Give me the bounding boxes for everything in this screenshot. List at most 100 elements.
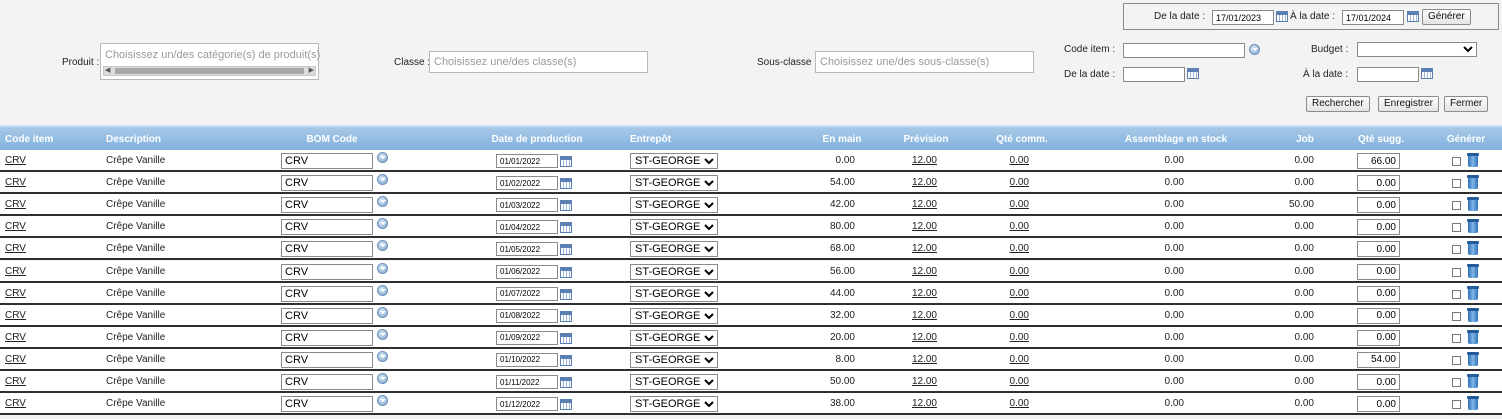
filter-to-date-input[interactable] (1357, 67, 1419, 82)
ordered-qty-link[interactable]: 0.00 (1010, 199, 1029, 210)
forecast-link[interactable]: 12.00 (912, 376, 937, 387)
production-date-input[interactable] (496, 220, 558, 235)
trash-icon[interactable] (1467, 263, 1479, 278)
production-date-input[interactable] (496, 352, 558, 367)
forecast-link[interactable]: 12.00 (912, 310, 937, 321)
ordered-qty-link[interactable]: 0.00 (1010, 177, 1029, 188)
production-date-input[interactable] (496, 330, 558, 345)
bom-lookup-icon[interactable] (377, 284, 388, 296)
trash-icon[interactable] (1467, 351, 1479, 366)
generate-checkbox[interactable] (1452, 378, 1461, 387)
generate-checkbox[interactable] (1452, 201, 1461, 211)
ordered-qty-link[interactable]: 0.00 (1010, 398, 1029, 409)
generation-to-date-input[interactable] (1342, 10, 1404, 25)
bom-code-input[interactable] (281, 374, 373, 390)
calendar-icon[interactable] (560, 377, 572, 388)
generation-from-date-input[interactable] (1212, 10, 1274, 25)
trash-icon[interactable] (1467, 374, 1479, 388)
generate-checkbox[interactable] (1452, 179, 1461, 189)
calendar-icon[interactable] (560, 156, 572, 167)
calendar-icon[interactable] (560, 222, 572, 234)
col-code-item[interactable]: Code item (5, 134, 53, 145)
ordered-qty-link[interactable]: 0.00 (1010, 243, 1029, 254)
close-button[interactable]: Fermer (1444, 96, 1489, 112)
forecast-link[interactable]: 12.00 (912, 243, 937, 254)
bom-lookup-icon[interactable] (377, 174, 388, 186)
suggested-qty-input[interactable] (1357, 175, 1400, 192)
generate-button[interactable]: Générer (1422, 9, 1471, 25)
calendar-icon[interactable] (560, 244, 572, 256)
forecast-link[interactable]: 12.00 (912, 155, 937, 166)
ordered-qty-link[interactable]: 0.00 (1010, 266, 1029, 277)
trash-icon[interactable] (1467, 197, 1479, 212)
generate-checkbox[interactable] (1452, 289, 1461, 299)
forecast-link[interactable]: 12.00 (912, 266, 937, 277)
bom-code-input[interactable] (281, 396, 373, 413)
warehouse-select[interactable]: ST-GEORGES (630, 329, 718, 346)
forecast-link[interactable]: 12.00 (912, 221, 937, 232)
scroll-thumb[interactable] (115, 68, 304, 74)
ordered-qty-link[interactable]: 0.00 (1010, 354, 1029, 365)
suggested-qty-input[interactable] (1357, 307, 1400, 324)
warehouse-select[interactable]: ST-GEORGES (630, 396, 718, 413)
bom-code-input[interactable] (281, 197, 373, 214)
col-production-date[interactable]: Date de production (491, 134, 582, 145)
col-suggested-qty[interactable]: Qté sugg. (1358, 134, 1404, 145)
suggested-qty-input[interactable] (1357, 263, 1400, 280)
trash-icon[interactable] (1467, 153, 1479, 167)
production-date-input[interactable] (496, 176, 558, 191)
suggested-qty-input[interactable] (1357, 374, 1400, 390)
classe-multiselect[interactable]: Choisissez une/des classe(s) (429, 51, 648, 73)
bom-lookup-icon[interactable] (377, 152, 388, 163)
calendar-icon[interactable] (1187, 68, 1199, 79)
calendar-icon[interactable] (560, 178, 572, 190)
col-job[interactable]: Job (1296, 134, 1314, 145)
col-bom-code[interactable]: BOM Code (306, 134, 357, 145)
bom-code-input[interactable] (281, 241, 373, 258)
code-item-lookup-icon[interactable] (1249, 44, 1260, 55)
bom-code-input[interactable] (281, 351, 373, 368)
bom-lookup-icon[interactable] (377, 395, 388, 407)
suggested-qty-input[interactable] (1357, 153, 1400, 169)
production-date-input[interactable] (496, 154, 558, 168)
item-code-link[interactable]: CRV (5, 177, 26, 188)
forecast-link[interactable]: 12.00 (912, 199, 937, 210)
produit-horizontal-scrollbar[interactable]: ◀ ▶ (103, 66, 316, 76)
ordered-qty-link[interactable]: 0.00 (1010, 221, 1029, 232)
production-date-input[interactable] (496, 286, 558, 301)
trash-icon[interactable] (1467, 285, 1479, 300)
bom-code-input[interactable] (281, 175, 373, 192)
generate-checkbox[interactable] (1452, 157, 1461, 166)
warehouse-select[interactable]: ST-GEORGES (630, 374, 718, 390)
calendar-icon[interactable] (560, 288, 572, 300)
calendar-icon[interactable] (560, 266, 572, 278)
warehouse-select[interactable]: ST-GEORGES (630, 153, 718, 169)
item-code-link[interactable]: CRV (5, 354, 26, 365)
filter-from-date-input[interactable] (1123, 67, 1185, 82)
col-description[interactable]: Description (106, 134, 161, 145)
warehouse-select[interactable]: ST-GEORGES (630, 351, 718, 368)
item-code-link[interactable]: CRV (5, 376, 26, 387)
calendar-icon[interactable] (560, 310, 572, 322)
col-warehouse[interactable]: Entrepôt (630, 134, 671, 145)
item-code-link[interactable]: CRV (5, 288, 26, 299)
ordered-qty-link[interactable]: 0.00 (1010, 310, 1029, 321)
item-code-link[interactable]: CRV (5, 243, 26, 254)
generate-checkbox[interactable] (1452, 267, 1461, 277)
bom-lookup-icon[interactable] (377, 218, 388, 230)
bom-code-input[interactable] (281, 263, 373, 280)
bom-lookup-icon[interactable] (377, 240, 388, 252)
calendar-icon[interactable] (560, 354, 572, 366)
calendar-icon[interactable] (1407, 11, 1419, 22)
suggested-qty-input[interactable] (1357, 329, 1400, 346)
trash-icon[interactable] (1467, 219, 1479, 234)
bom-code-input[interactable] (281, 307, 373, 324)
production-date-input[interactable] (496, 198, 558, 213)
item-code-link[interactable]: CRV (5, 155, 26, 166)
suggested-qty-input[interactable] (1357, 285, 1400, 302)
scroll-right-icon[interactable]: ▶ (309, 67, 314, 75)
production-date-input[interactable] (496, 375, 558, 389)
forecast-link[interactable]: 12.00 (912, 177, 937, 188)
generate-checkbox[interactable] (1452, 333, 1461, 343)
suggested-qty-input[interactable] (1357, 219, 1400, 236)
